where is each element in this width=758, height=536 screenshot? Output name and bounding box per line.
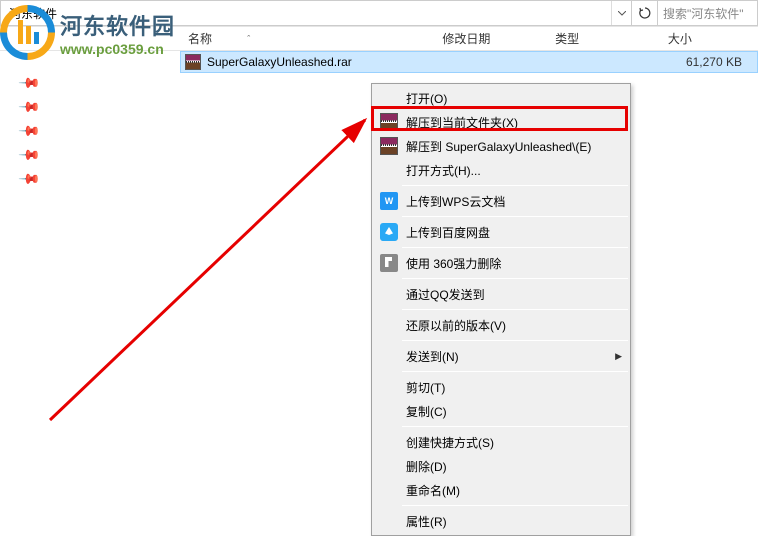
menu-rename[interactable]: 重命名(M)	[374, 478, 628, 502]
menu-copy[interactable]: 复制(C)	[374, 399, 628, 423]
address-dropdown-icon[interactable]	[611, 1, 631, 25]
menu-upload-baidu-label: 上传到百度网盘	[406, 224, 622, 241]
search-input[interactable]: 搜索"河东软件"	[657, 1, 757, 25]
empty-icon	[380, 316, 398, 334]
menu-upload-wps[interactable]: W 上传到WPS云文档	[374, 189, 628, 213]
column-type[interactable]: 类型	[547, 27, 660, 50]
menu-send-qq-label: 通过QQ发送到	[406, 286, 622, 303]
submenu-arrow-icon: ▶	[615, 351, 622, 362]
menu-separator	[402, 426, 628, 427]
menu-send-to-label: 发送到(N)	[406, 348, 615, 365]
empty-icon	[380, 285, 398, 303]
menu-create-shortcut[interactable]: 创建快捷方式(S)	[374, 430, 628, 454]
menu-send-qq[interactable]: 通过QQ发送到	[374, 282, 628, 306]
menu-open[interactable]: 打开(O)	[374, 86, 628, 110]
menu-cut-label: 剪切(T)	[406, 379, 622, 396]
menu-restore-prev-label: 还原以前的版本(V)	[406, 317, 622, 334]
column-size[interactable]: 大小	[660, 27, 758, 50]
menu-separator	[402, 340, 628, 341]
menu-restore-prev[interactable]: 还原以前的版本(V)	[374, 313, 628, 337]
quick-access-sidebar: 📌 📌 📌 📌 📌	[0, 51, 60, 530]
file-size: 61,270 KB	[657, 55, 757, 69]
menu-360-delete[interactable]: 使用 360强力删除	[374, 251, 628, 275]
360-icon	[380, 254, 398, 272]
menu-extract-here-label: 解压到当前文件夹(X)	[406, 114, 622, 131]
address-path[interactable]: 河东软件	[1, 1, 611, 25]
menu-copy-label: 复制(C)	[406, 403, 622, 420]
empty-icon	[380, 512, 398, 530]
menu-properties[interactable]: 属性(R)	[374, 509, 628, 533]
menu-extract-here[interactable]: 解压到当前文件夹(X)	[374, 110, 628, 134]
menu-separator	[402, 309, 628, 310]
rar-icon	[380, 137, 398, 155]
menu-separator	[402, 185, 628, 186]
menu-extract-to-label: 解压到 SuperGalaxyUnleashed\(E)	[406, 138, 622, 155]
column-name-label: 名称	[188, 30, 212, 47]
empty-icon	[380, 89, 398, 107]
empty-icon	[380, 347, 398, 365]
menu-rename-label: 重命名(M)	[406, 482, 622, 499]
address-bar: 河东软件 搜索"河东软件"	[0, 0, 758, 26]
menu-upload-baidu[interactable]: 上传到百度网盘	[374, 220, 628, 244]
columns-header: 名称 ˆ 修改日期 类型 大小	[0, 26, 758, 51]
menu-open-with[interactable]: 打开方式(H)...	[374, 158, 628, 182]
menu-separator	[402, 247, 628, 248]
file-row[interactable]: SuperGalaxyUnleashed.rar 61,270 KB	[180, 51, 758, 73]
menu-send-to[interactable]: 发送到(N) ▶	[374, 344, 628, 368]
menu-separator	[402, 505, 628, 506]
menu-extract-to[interactable]: 解压到 SuperGalaxyUnleashed\(E)	[374, 134, 628, 158]
rar-icon	[380, 113, 398, 131]
empty-icon	[380, 161, 398, 179]
menu-open-label: 打开(O)	[406, 90, 622, 107]
menu-open-with-label: 打开方式(H)...	[406, 162, 622, 179]
menu-delete-label: 删除(D)	[406, 458, 622, 475]
empty-icon	[380, 457, 398, 475]
context-menu: 打开(O) 解压到当前文件夹(X) 解压到 SuperGalaxyUnleash…	[371, 83, 631, 536]
column-date[interactable]: 修改日期	[434, 27, 547, 50]
empty-icon	[380, 402, 398, 420]
refresh-icon[interactable]	[631, 1, 657, 25]
menu-upload-wps-label: 上传到WPS云文档	[406, 193, 622, 210]
menu-separator	[402, 278, 628, 279]
sort-caret-icon: ˆ	[247, 34, 250, 44]
menu-create-shortcut-label: 创建快捷方式(S)	[406, 434, 622, 451]
wps-icon: W	[380, 192, 398, 210]
empty-icon	[380, 481, 398, 499]
pin-icon[interactable]: 📌	[20, 169, 40, 189]
pin-icon[interactable]: 📌	[20, 73, 40, 93]
column-name[interactable]: 名称 ˆ	[180, 27, 434, 50]
pin-icon[interactable]: 📌	[20, 145, 40, 165]
menu-separator	[402, 371, 628, 372]
rar-file-icon	[185, 54, 201, 70]
menu-separator	[402, 216, 628, 217]
menu-properties-label: 属性(R)	[406, 513, 622, 530]
menu-cut[interactable]: 剪切(T)	[374, 375, 628, 399]
baidu-icon	[380, 223, 398, 241]
empty-icon	[380, 378, 398, 396]
pin-icon[interactable]: 📌	[20, 97, 40, 117]
menu-360-delete-label: 使用 360强力删除	[406, 255, 622, 272]
file-name: SuperGalaxyUnleashed.rar	[205, 55, 441, 69]
empty-icon	[380, 433, 398, 451]
menu-delete[interactable]: 删除(D)	[374, 454, 628, 478]
pin-icon[interactable]: 📌	[20, 121, 40, 141]
